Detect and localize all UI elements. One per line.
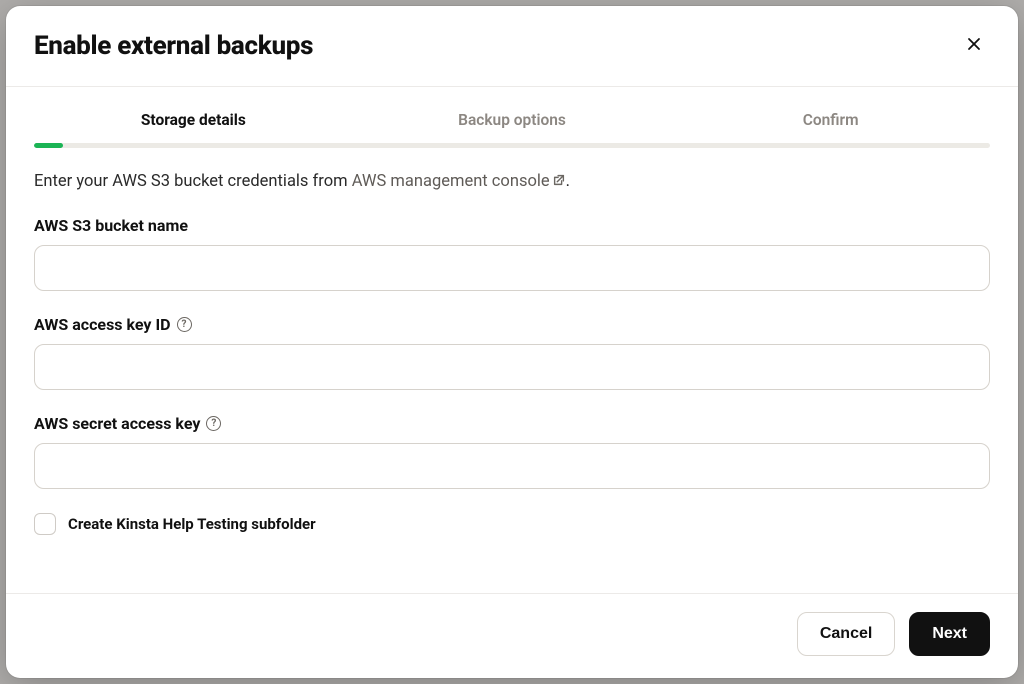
wizard-progress-fill xyxy=(34,143,63,148)
create-subfolder-label[interactable]: Create Kinsta Help Testing subfolder xyxy=(68,515,316,533)
step-label: Storage details xyxy=(141,111,246,129)
access-key-id-label-text: AWS access key ID xyxy=(34,315,171,334)
aws-console-link[interactable]: AWS management console xyxy=(352,172,566,191)
bucket-name-label-text: AWS S3 bucket name xyxy=(34,216,188,235)
next-button[interactable]: Next xyxy=(909,612,990,656)
secret-access-key-label: AWS secret access key ? xyxy=(34,414,990,433)
enable-external-backups-modal: Enable external backups Storage details … xyxy=(6,6,1018,678)
access-key-id-input[interactable] xyxy=(34,344,990,390)
modal-header: Enable external backups xyxy=(6,6,1018,87)
cancel-button[interactable]: Cancel xyxy=(797,612,895,656)
next-button-label: Next xyxy=(932,625,967,643)
secret-access-key-input[interactable] xyxy=(34,443,990,489)
step-label: Backup options xyxy=(458,111,566,129)
step-backup-options[interactable]: Backup options xyxy=(353,87,672,143)
modal-title: Enable external backups xyxy=(34,31,313,61)
modal-body: Enter your AWS S3 bucket credentials fro… xyxy=(6,172,1018,593)
create-subfolder-row: Create Kinsta Help Testing subfolder xyxy=(34,513,990,535)
external-link-icon xyxy=(552,173,566,192)
field-bucket-name: AWS S3 bucket name xyxy=(34,216,990,291)
intro-text: Enter your AWS S3 bucket credentials fro… xyxy=(34,172,990,192)
aws-console-link-text: AWS management console xyxy=(352,172,550,191)
step-confirm[interactable]: Confirm xyxy=(671,87,990,143)
bucket-name-input[interactable] xyxy=(34,245,990,291)
cancel-button-label: Cancel xyxy=(820,625,872,643)
help-icon[interactable]: ? xyxy=(206,416,221,431)
modal-footer: Cancel Next xyxy=(6,593,1018,678)
wizard-steps: Storage details Backup options Confirm xyxy=(6,87,1018,143)
field-access-key-id: AWS access key ID ? xyxy=(34,315,990,390)
help-icon[interactable]: ? xyxy=(177,317,192,332)
secret-access-key-label-text: AWS secret access key xyxy=(34,414,200,433)
close-button[interactable] xyxy=(958,30,990,62)
field-secret-access-key: AWS secret access key ? xyxy=(34,414,990,489)
access-key-id-label: AWS access key ID ? xyxy=(34,315,990,334)
intro-prefix: Enter your AWS S3 bucket credentials fro… xyxy=(34,172,352,191)
create-subfolder-checkbox[interactable] xyxy=(34,513,56,535)
close-icon xyxy=(966,36,982,57)
step-label: Confirm xyxy=(803,111,859,129)
bucket-name-label: AWS S3 bucket name xyxy=(34,216,990,235)
intro-suffix: . xyxy=(566,172,570,191)
step-storage-details[interactable]: Storage details xyxy=(34,87,353,143)
wizard-progress-track xyxy=(34,143,990,148)
